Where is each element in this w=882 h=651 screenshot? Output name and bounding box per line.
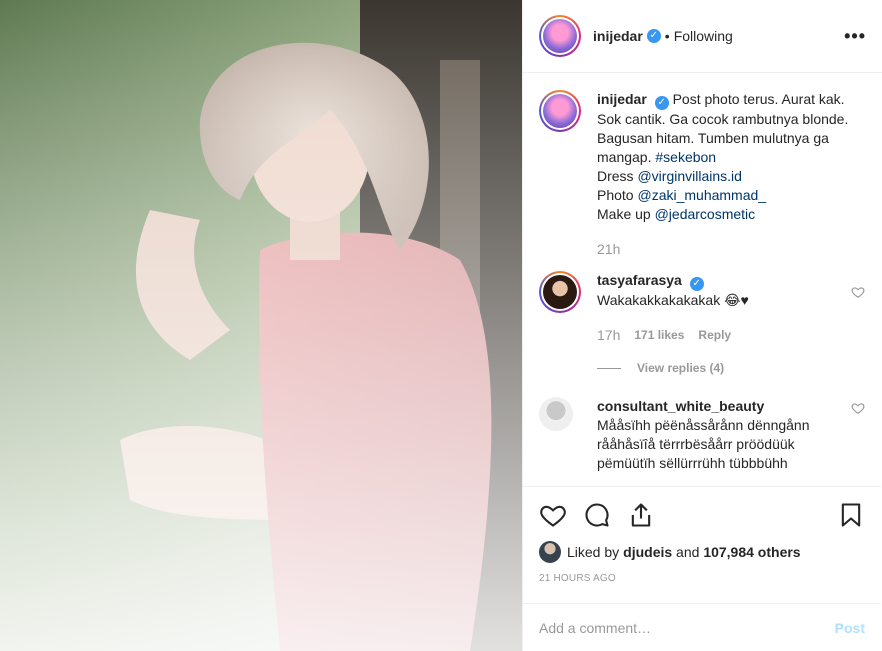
share-icon[interactable] [627,501,655,529]
separator-dot: • [664,28,670,44]
liker-avatar[interactable] [539,541,561,563]
comment-username[interactable]: consultant_white_beauty [597,398,764,414]
comment-row: tasyafarasya ✓ Wakakakkakakakak 😂♥ 17h 1… [539,271,865,345]
following-button[interactable]: Following [674,28,733,44]
verified-badge-icon: ✓ [689,277,704,291]
caption-username[interactable]: inijedar [597,91,647,107]
comment-row: consultant_white_beauty Mååsïhh pëënåsså… [539,397,865,473]
comment-likes[interactable]: 171 likes [634,326,684,345]
liked-by-mid: and [672,544,704,560]
reply-button[interactable]: Reply [698,326,731,345]
more-options-icon[interactable]: ••• [844,26,866,47]
caption-meta: 21h [597,240,865,259]
caption-time[interactable]: 21h [597,240,620,259]
add-comment-input[interactable] [539,619,835,636]
comment-icon[interactable] [583,501,611,529]
comment-username[interactable]: tasyafarasya [597,272,682,288]
caption-avatar-ring[interactable] [539,90,581,132]
action-icons [539,497,865,533]
author-username[interactable]: inijedar [593,28,643,44]
verified-badge-icon: ✓ [646,29,661,43]
instagram-post: inijedar ✓ • Following ••• inijedar ✓ Po… [0,0,882,651]
comment-content: tasyafarasya ✓ Wakakakkakakakak 😂♥ 17h 1… [597,271,843,345]
mention-link-makeup[interactable]: @jedarcosmetic [655,206,756,222]
post-photo-image [0,0,522,651]
liked-by-count[interactable]: 107,984 others [703,544,800,560]
heart-icon[interactable] [539,501,567,529]
post-comment-button[interactable]: Post [835,620,865,636]
comment-time[interactable]: 17h [597,326,620,345]
add-comment-bar: Post [523,603,881,651]
comment-text: Wakakakkakakakak 😂♥ [597,292,749,308]
post-side-panel: inijedar ✓ • Following ••• inijedar ✓ Po… [522,0,882,651]
post-timestamp[interactable]: 21 HOURS AGO [539,573,865,584]
comments-list[interactable]: inijedar ✓ Post photo terus. Aurat kak. … [523,74,881,486]
mention-link-photo[interactable]: @zaki_muhammad_ [637,187,766,203]
comment-content: consultant_white_beauty Mååsïhh pëënåsså… [597,397,843,473]
liked-by-prefix: Liked by [567,544,620,560]
verified-badge-icon: ✓ [654,96,669,110]
author-avatar [543,19,577,53]
comment-like-heart-icon[interactable] [851,285,865,299]
caption-photo-label: Photo [597,187,638,203]
liked-by: Liked by djudeis and 107,984 others [539,541,865,563]
comment-avatar-ring[interactable] [539,271,581,313]
post-header: inijedar ✓ • Following ••• [523,0,882,73]
author-avatar-ring[interactable] [539,15,581,57]
hashtag-link[interactable]: #sekebon [655,149,716,165]
mention-link-dress[interactable]: @virginvillains.id [637,168,741,184]
liker-username[interactable]: djudeis [623,544,672,560]
view-replies-button[interactable]: View replies (4) [597,361,865,375]
post-actions: Liked by djudeis and 107,984 others 21 H… [523,486,881,584]
caption-content: inijedar ✓ Post photo terus. Aurat kak. … [597,90,865,259]
comment-like-heart-icon[interactable] [851,401,865,415]
view-replies-label: View replies (4) [637,361,725,375]
comment-text: Mååsïhh pëënåssårånn dënngånn rååhåsïîå … [597,417,810,471]
caption-avatar [543,94,577,128]
caption-dress-label: Dress [597,168,638,184]
bookmark-icon[interactable] [837,501,865,529]
view-replies-line [597,367,621,369]
post-photo[interactable] [0,0,522,651]
caption-makeup-label: Make up [597,206,655,222]
comment-meta: 17h 171 likes Reply [597,326,843,345]
comment-avatar [543,275,577,309]
caption-row: inijedar ✓ Post photo terus. Aurat kak. … [539,90,865,259]
comment-avatar[interactable] [539,397,573,431]
